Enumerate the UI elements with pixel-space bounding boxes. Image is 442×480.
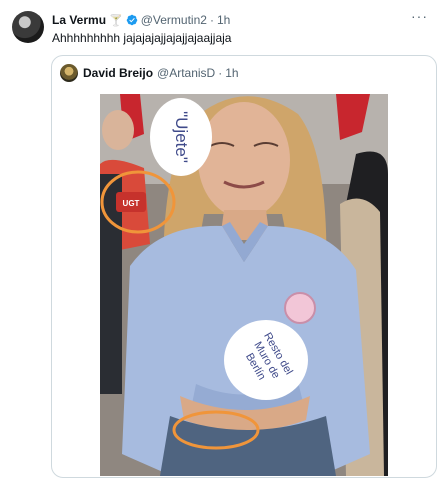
quoted-photo[interactable]: UGT "Ujete" Resto del Muro de Berlín <box>100 94 388 476</box>
quoted-tweet[interactable]: David Breijo @ArtanisD · 1h UGT "Ujete" … <box>51 55 437 478</box>
speech-bubble-berlin-text: Resto del Muro de Berlín <box>242 330 295 382</box>
separator: · <box>209 13 214 27</box>
timestamp[interactable]: 1h <box>217 13 230 27</box>
tweet-text: Ahhhhhhhhh jajajajajjajajjajaajjaja <box>52 31 232 45</box>
cocktail-icon: 🍸 <box>109 14 123 27</box>
handle[interactable]: @Vermutin2 <box>141 13 207 27</box>
verified-badge-icon <box>126 14 137 26</box>
quoted-separator: · <box>218 66 223 80</box>
quoted-tweet-header: David Breijo @ArtanisD · 1h <box>60 64 239 82</box>
quoted-timestamp[interactable]: 1h <box>225 66 238 80</box>
quoted-display-name[interactable]: David Breijo <box>83 66 153 80</box>
more-options-icon[interactable]: ··· <box>411 8 428 24</box>
speech-bubble-ujete: "Ujete" <box>150 98 212 176</box>
tweet-header: La Vermu 🍸 @Vermutin2 · 1h <box>52 12 230 28</box>
avatar[interactable] <box>12 11 44 43</box>
speech-bubble-berlin: Resto del Muro de Berlín <box>224 320 308 400</box>
quoted-avatar[interactable] <box>60 64 78 82</box>
display-name[interactable]: La Vermu <box>52 13 106 27</box>
pin-badge <box>284 292 316 324</box>
photo-illustration: UGT <box>100 94 388 476</box>
quoted-handle[interactable]: @ArtanisD <box>157 66 215 80</box>
tweet[interactable]: La Vermu 🍸 @Vermutin2 · 1h ··· Ahhhhhhhh… <box>0 0 442 480</box>
speech-bubble-ujete-text: "Ujete" <box>171 111 191 163</box>
ugt-badge-text: UGT <box>123 199 140 208</box>
